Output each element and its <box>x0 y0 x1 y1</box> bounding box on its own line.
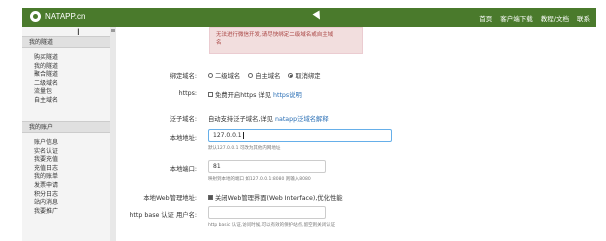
local-port-input[interactable]: 81 <box>208 160 326 173</box>
sidebar-item-aggregate-tunnels[interactable]: 聚合隧道 <box>34 71 58 80</box>
nav-home[interactable]: 首页 <box>479 13 492 23</box>
sidebar-section-tunnels: 我的隧道 <box>22 36 110 48</box>
alert-line-1: 无法进行微信开发,请尽快绑定二级域名或自主域 <box>216 32 334 38</box>
local-port-hint: 映射到本地的端口 如127.0.0.1:8080 则输入8080 <box>208 177 311 182</box>
logo[interactable]: NATAPP.cn <box>30 11 85 22</box>
radio-subdomain[interactable] <box>208 73 213 78</box>
wildcard-text: 自动支持泛子域名,详见 <box>208 116 273 123</box>
logo-icon <box>30 11 41 22</box>
web-mgmt-text: 关闭Web管理界面(Web Interface),优化性能 <box>215 195 343 202</box>
top-navbar: NATAPP.cn 首页 客户端下载 教程/文档 联系 <box>22 8 596 27</box>
bind-domain-options: 二级域名 自主域名 取消绑定 <box>208 71 329 80</box>
sidebar-account-items: 账户信息 实名认证 我要充值 充值日志 我的账单 发票申请 积分日志 站内消息 … <box>34 139 58 216</box>
nav-contact[interactable]: 联系 <box>577 13 590 23</box>
sidebar-item-invoice[interactable]: 发票申请 <box>34 182 58 191</box>
sidebar-item-custom-domain[interactable]: 自主域名 <box>34 97 58 106</box>
sidebar: 我的隧道 购买隧道 我的隧道 聚合隧道 二级域名 流量包 自主域名 我的账户 账… <box>22 27 116 241</box>
sidebar-item-traffic-pack[interactable]: 流量包 <box>34 88 58 97</box>
sidebar-item-verification[interactable]: 实名认证 <box>34 148 58 157</box>
http-auth-user-input[interactable] <box>208 206 326 219</box>
option-subdomain[interactable]: 二级域名 <box>208 71 240 80</box>
nav-client-download[interactable]: 客户端下载 <box>500 13 533 23</box>
wildcard-doc-link[interactable]: natapp泛域名解释 <box>275 114 329 123</box>
sidebar-tunnel-items: 购买隧道 我的隧道 聚合隧道 二级域名 流量包 自主域名 <box>34 54 58 106</box>
http-auth-hint: http basic 认证,访问时候,可以有效的保护站点,留空则关闭认证 <box>208 223 336 228</box>
https-text: 免费开启https 详见 <box>215 92 271 99</box>
warning-alert: 无法进行微信开发,请尽快绑定二级域名或自主域 名 <box>209 27 363 54</box>
radio-unbind[interactable] <box>288 73 294 78</box>
text-caret <box>242 132 244 139</box>
sidebar-item-my-bills[interactable]: 我的账单 <box>34 173 58 182</box>
web-mgmt-row: 关闭Web管理界面(Web Interface),优化性能 <box>208 193 343 202</box>
option-unbind[interactable]: 取消绑定 <box>288 71 321 80</box>
https-checkbox[interactable] <box>208 92 213 97</box>
web-mgmt-label: 本地Web管理地址: <box>143 195 197 202</box>
local-port-label: 本地端口: <box>169 166 197 173</box>
local-address-label: 本地地址: <box>169 135 197 142</box>
radio-custom-domain[interactable] <box>248 73 254 78</box>
local-address-hint: 默认127.0.0.1 可改为其他内网地址 <box>208 146 281 151</box>
scrollbar-up-arrow-icon[interactable] <box>111 29 115 32</box>
https-label: https: <box>178 90 197 97</box>
wildcard-row: 自动支持泛子域名,详见 natapp泛域名解释 <box>208 114 329 123</box>
logo-text: NATAPP.cn <box>45 12 86 21</box>
https-doc-link[interactable]: https说明 <box>273 90 302 99</box>
bind-domain-label: 绑定域名: <box>169 73 197 80</box>
option-custom-domain[interactable]: 自主域名 <box>248 71 280 80</box>
alert-line-2: 名 <box>216 40 222 46</box>
sidebar-item-my-tunnels[interactable]: 我的隧道 <box>34 63 58 72</box>
sidebar-item-messages[interactable]: 站内消息 <box>34 199 58 208</box>
top-nav-links: 首页 客户端下载 教程/文档 联系 <box>479 13 590 23</box>
sidebar-section-account: 我的账户 <box>22 121 110 133</box>
wildcard-label: 泛子域名: <box>169 116 197 123</box>
https-row: 免费开启https 详见 https说明 <box>208 90 302 99</box>
text-cursor-icon: I <box>77 28 80 38</box>
sidebar-item-referral[interactable]: 我要推广 <box>34 208 58 217</box>
nav-docs[interactable]: 教程/文档 <box>541 13 569 23</box>
http-auth-user-label: http base 认证 用户名: <box>129 212 197 219</box>
sidebar-scrollbar[interactable] <box>110 27 116 241</box>
sidebar-item-buy-tunnel[interactable]: 购买隧道 <box>34 54 58 63</box>
sidebar-item-recharge[interactable]: 我要充值 <box>34 156 58 165</box>
sidebar-item-points-log[interactable]: 积分日志 <box>34 191 58 200</box>
web-mgmt-checkbox[interactable] <box>208 195 213 200</box>
local-address-input[interactable]: 127.0.0.1 <box>208 129 392 142</box>
sidebar-item-account-info[interactable]: 账户信息 <box>34 139 58 148</box>
